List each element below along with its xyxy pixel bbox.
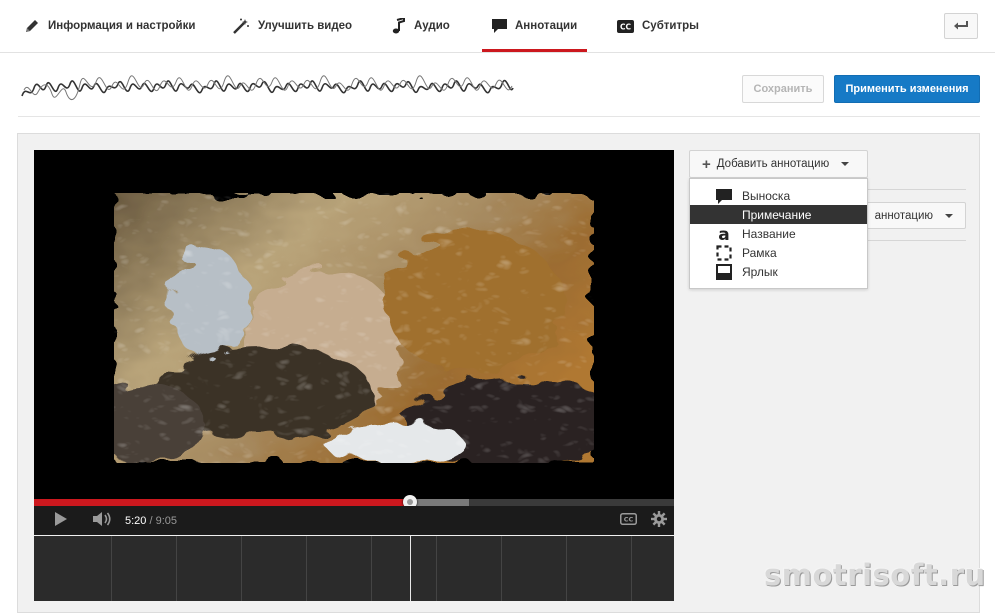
menu-item-spotlight[interactable]: Рамка bbox=[690, 243, 867, 262]
tab-subtitles[interactable]: CC Субтитры bbox=[617, 0, 699, 52]
menu-item-label-annotation[interactable]: Ярлык bbox=[690, 262, 867, 281]
svg-text:a: a bbox=[718, 226, 729, 242]
tab-audio[interactable]: Аудио bbox=[392, 0, 450, 52]
top-tab-bar: Информация и настройки Улучшить видео Ау… bbox=[0, 0, 995, 53]
tab-label: Аннотации bbox=[515, 20, 578, 32]
magic-wand-icon bbox=[233, 18, 250, 34]
dashed-frame-icon bbox=[716, 245, 732, 261]
settings-gear-icon bbox=[651, 511, 667, 530]
played-bar bbox=[34, 499, 410, 506]
plus-icon: + bbox=[702, 155, 711, 173]
timeline-gridline bbox=[501, 536, 502, 601]
volume-icon bbox=[92, 511, 112, 530]
menu-item-label: Рамка bbox=[742, 245, 777, 260]
tab-enhance-video[interactable]: Улучшить видео bbox=[233, 0, 352, 52]
music-note-icon bbox=[392, 18, 406, 34]
menu-item-label: Название bbox=[742, 226, 796, 241]
speech-bubble-icon bbox=[716, 188, 732, 204]
site-watermark: smotrisoft.ru bbox=[764, 558, 986, 592]
video-frame bbox=[114, 193, 594, 463]
play-icon bbox=[54, 511, 68, 530]
button-label: Добавить аннотацию bbox=[716, 158, 830, 170]
back-button[interactable] bbox=[944, 13, 978, 39]
time-display: 5:20 / 9:05 bbox=[125, 514, 178, 527]
menu-item-label: Ярлык bbox=[742, 264, 778, 279]
svg-text:CC: CC bbox=[624, 516, 634, 524]
volume-button[interactable] bbox=[92, 506, 112, 535]
chevron-down-icon bbox=[945, 213, 953, 218]
settings-button[interactable] bbox=[651, 506, 667, 535]
timeline-gridline bbox=[436, 536, 437, 601]
video-player[interactable]: 5:20 / 9:05 CC bbox=[34, 150, 674, 535]
tab-label: Субтитры bbox=[642, 20, 699, 32]
apply-changes-button[interactable]: Применить изменения bbox=[834, 75, 980, 103]
menu-item-speech-bubble[interactable]: Выноска bbox=[690, 186, 867, 205]
obscured-video-title bbox=[21, 75, 514, 100]
timeline-gridline bbox=[371, 536, 372, 601]
timeline-gridline bbox=[631, 536, 632, 601]
speech-bubble-icon bbox=[492, 19, 507, 33]
menu-item-title[interactable]: a Название bbox=[690, 224, 867, 243]
timeline-gridline bbox=[566, 536, 567, 601]
divider bbox=[18, 116, 980, 117]
menu-item-label: Примечание bbox=[742, 207, 812, 222]
label-icon bbox=[716, 264, 732, 280]
current-time: 5:20 bbox=[125, 514, 147, 527]
tab-label: Аудио bbox=[414, 20, 450, 32]
title-letter-icon: a bbox=[716, 226, 732, 242]
tab-info-settings[interactable]: Информация и настройки bbox=[24, 0, 195, 52]
tab-annotations[interactable]: Аннотации bbox=[481, 0, 588, 52]
button-label: аннотацию bbox=[874, 209, 933, 222]
save-button[interactable]: Сохранить bbox=[742, 75, 824, 103]
back-arrow-icon bbox=[953, 19, 969, 34]
svg-text:CC: CC bbox=[620, 22, 632, 31]
chevron-down-icon bbox=[841, 162, 850, 166]
timeline-gridline bbox=[241, 536, 242, 601]
timeline-gridline bbox=[306, 536, 307, 601]
timeline-playhead[interactable] bbox=[409, 536, 411, 601]
menu-item-label: Выноска bbox=[742, 188, 791, 203]
menu-item-note[interactable]: Примечание bbox=[690, 205, 867, 224]
progress-bar[interactable] bbox=[34, 495, 674, 509]
timeline-gridline bbox=[176, 536, 177, 601]
cc-icon: CC bbox=[620, 513, 637, 528]
play-button[interactable] bbox=[54, 506, 68, 535]
annotation-timeline[interactable] bbox=[34, 536, 674, 601]
duration: 9:05 bbox=[155, 514, 178, 527]
captions-button[interactable]: CC bbox=[620, 506, 637, 535]
annotation-type-menu: Выноска Примечание a Название Рамка Ярлы… bbox=[689, 178, 868, 289]
tab-label: Улучшить видео bbox=[258, 20, 353, 32]
tab-label: Информация и настройки bbox=[48, 20, 196, 32]
add-annotation-button[interactable]: + Добавить аннотацию bbox=[689, 150, 868, 178]
timeline-gridline bbox=[111, 536, 112, 601]
pencil-icon bbox=[24, 18, 40, 34]
player-controls: 5:20 / 9:05 CC bbox=[34, 506, 674, 535]
cc-icon: CC bbox=[617, 19, 634, 33]
